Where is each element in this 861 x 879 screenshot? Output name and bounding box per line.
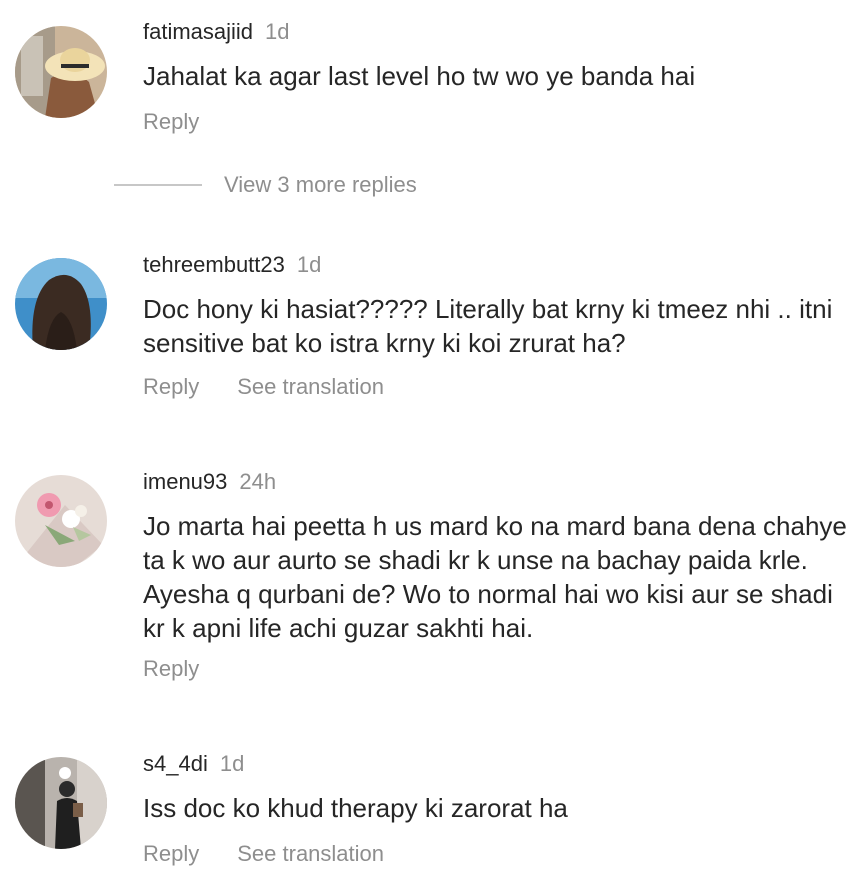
comment-text: Jo marta hai peetta h us mard ko na mard…: [143, 511, 847, 643]
view-more-replies-button[interactable]: View 3 more replies: [224, 171, 417, 199]
mirror-selfie-avatar-icon: [15, 757, 107, 849]
comment-actions: Reply: [143, 656, 199, 682]
comment-meta: fatimasajiid 1d: [143, 19, 290, 45]
timestamp: 24h: [239, 469, 277, 494]
timestamp: 1d: [265, 19, 290, 44]
timestamp: 1d: [296, 252, 322, 277]
reply-button[interactable]: Reply: [143, 656, 199, 681]
divider: [114, 184, 202, 186]
username[interactable]: fatimasajiid: [143, 19, 253, 44]
avatar[interactable]: [15, 757, 107, 849]
reply-button[interactable]: Reply: [143, 109, 199, 134]
comment-text: Iss doc ko khud therapy ki zarorat ha: [143, 793, 568, 823]
username[interactable]: s4_4di: [143, 751, 208, 776]
comment-text: Jahalat ka agar last level ho tw wo ye b…: [143, 61, 696, 91]
see-translation-button[interactable]: See translation: [237, 374, 384, 399]
comment-meta: imenu93 24h: [143, 469, 276, 495]
woman-long-hair-avatar-icon: [15, 258, 107, 350]
avatar[interactable]: [15, 258, 107, 350]
woman-sunhat-avatar-icon: [15, 26, 107, 118]
see-translation-button[interactable]: See translation: [237, 841, 384, 866]
reply-button[interactable]: Reply: [143, 841, 199, 866]
username[interactable]: imenu93: [143, 469, 227, 494]
flower-bouquet-avatar-icon: [15, 475, 107, 567]
comment-text: Doc hony ki hasiat????? Literally bat kr…: [143, 294, 833, 358]
reply-button[interactable]: Reply: [143, 374, 199, 399]
username[interactable]: tehreembutt23: [143, 252, 285, 277]
comment-meta: tehreembutt23 1d: [143, 252, 321, 278]
timestamp: 1d: [219, 751, 245, 776]
comment-actions: Reply See translation: [143, 374, 384, 400]
comment-meta: s4_4di 1d: [143, 751, 244, 777]
comment-actions: Reply: [143, 109, 199, 135]
avatar[interactable]: [15, 26, 107, 118]
avatar[interactable]: [15, 475, 107, 567]
comment-actions: Reply See translation: [143, 841, 384, 867]
